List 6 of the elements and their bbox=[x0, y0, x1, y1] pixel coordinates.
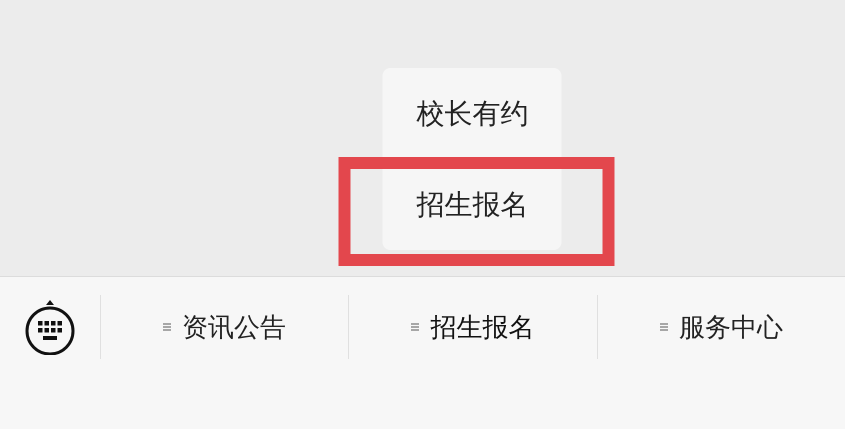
menu-tab[interactable]: 服务中心 bbox=[648, 304, 793, 350]
submenu-item[interactable]: 招生报名 bbox=[382, 159, 562, 250]
menu-tab[interactable]: 招生报名 bbox=[400, 304, 544, 350]
menu-tab[interactable]: 资讯公告 bbox=[152, 304, 296, 350]
submenu-item[interactable]: 校长有约 bbox=[382, 68, 562, 159]
keyboard-icon[interactable] bbox=[24, 299, 76, 355]
